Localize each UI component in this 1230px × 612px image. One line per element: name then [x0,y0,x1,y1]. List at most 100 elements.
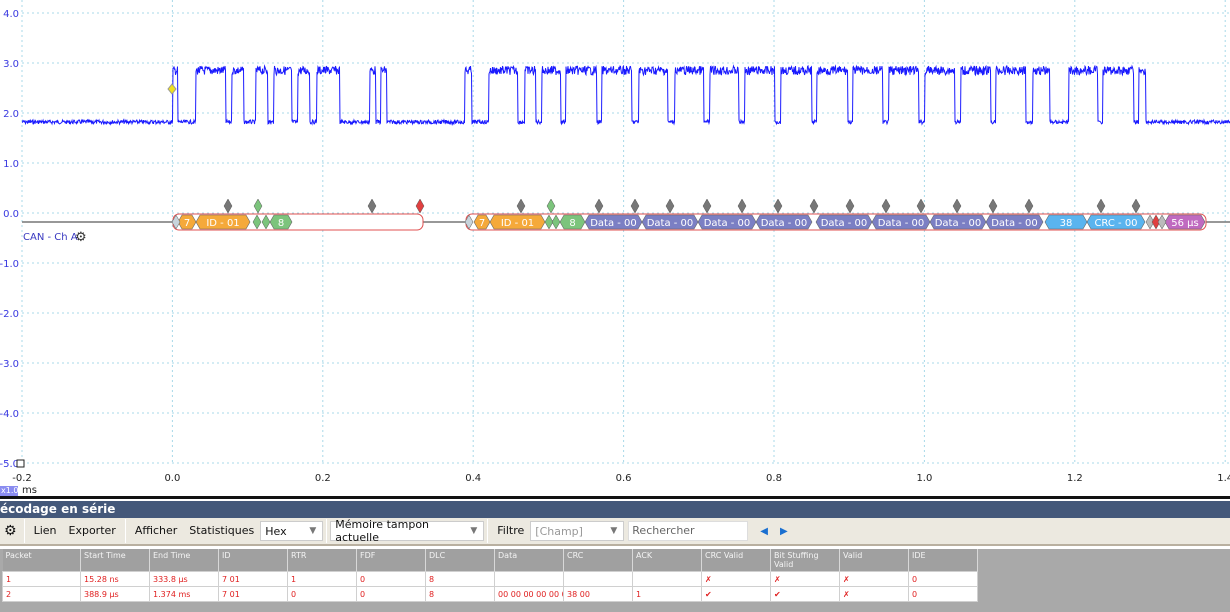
column-header[interactable]: Bit Stuffing Valid [770,549,840,572]
event-marker[interactable] [809,198,819,214]
table-cell [494,571,564,587]
display-button[interactable]: Afficher [129,520,183,542]
previous-arrow-icon[interactable]: ◀ [760,526,768,537]
event-marker[interactable] [594,198,604,214]
statistics-button[interactable]: Statistiques [183,520,260,542]
event-marker[interactable] [1024,198,1034,214]
table-row[interactable]: 1 15.28 ns 333.8 µs 7 01 1 0 8 ✗ ✗ ✗ 0 [2,571,978,587]
event-marker[interactable] [737,198,747,214]
next-arrow-icon[interactable]: ▶ [780,526,788,537]
table-cell: 333.8 µs [149,571,219,587]
event-marker[interactable] [988,198,998,214]
event-marker[interactable] [845,198,855,214]
divider [23,519,25,543]
table-cell: 0 [356,571,426,587]
y-tick-label: 2.0 [3,109,19,120]
table-cell [632,571,702,587]
event-marker[interactable] [630,198,640,214]
y-tick-label: -3.0 [0,359,19,370]
gear-icon[interactable]: ⚙ [75,230,87,245]
decoded-field-label: Data - 00 [821,218,868,229]
column-header[interactable]: ID [218,549,288,572]
column-header[interactable]: RTR [287,549,357,572]
table-cell: 8 [425,571,495,587]
decoded-field-label: ID - 01 [501,218,534,229]
event-marker[interactable] [415,198,425,214]
decoded-field-label: Data - 00 [878,218,925,229]
event-marker[interactable] [223,198,233,214]
decoded-field-label: ID - 01 [206,218,239,229]
column-header[interactable]: CRC [563,549,633,572]
link-button[interactable]: Lien [28,520,63,542]
table-cell: 0 [287,586,357,602]
decoded-field-label: Data - 00 [935,218,982,229]
event-marker[interactable] [952,198,962,214]
table-cell: ✔ [770,586,840,602]
event-marker[interactable] [546,198,556,214]
export-button[interactable]: Exporter [63,520,122,542]
table-cell: 7 01 [218,586,288,602]
event-marker[interactable] [367,198,377,214]
decoded-field-label: Data - 00 [761,218,808,229]
decoded-field-label: CRC - 00 [1094,218,1137,229]
channel-label[interactable]: CAN - Ch A [23,232,78,243]
y-tick-label: -5.0 [0,459,19,470]
column-header[interactable]: Packet [2,549,81,572]
event-marker[interactable] [916,198,926,214]
event-marker[interactable] [253,198,263,214]
event-marker[interactable] [1131,198,1141,214]
column-header[interactable]: IDE [908,549,978,572]
table-cell: ✔ [701,586,771,602]
x-tick-label: 0.2 [315,473,331,484]
gear-icon[interactable]: ⚙ [0,520,21,542]
column-header[interactable]: Data [494,549,564,572]
table-cell: 0 [908,571,978,587]
column-header[interactable]: Valid [839,549,909,572]
table-cell: 1 [287,571,357,587]
trigger-marker[interactable] [167,83,177,95]
decoded-field-label: Data - 00 [991,218,1038,229]
oscilloscope-plot[interactable]: 4.0 3.0 2.0 1.0 0.0 -1.0 -2.0 -3.0 -4.0 -5.0 -0.2 0… [0,0,1230,498]
divider [487,519,489,543]
y-tick-label: 3.0 [3,59,19,70]
format-select[interactable]: Hex ▼ [260,521,324,541]
y-tick-label: -2.0 [0,309,19,320]
zoom-tag[interactable]: x1.0 [0,486,18,496]
event-marker[interactable] [1096,198,1106,214]
search-input[interactable]: Rechercher [628,521,749,541]
x-tick-label: 0.4 [465,473,481,484]
format-value: Hex [265,524,287,538]
table-cell: 0 [356,586,426,602]
event-marker[interactable] [881,198,891,214]
decoded-field-label: Data - 00 [704,218,751,229]
column-header[interactable]: End Time [149,549,219,572]
event-marker[interactable] [702,198,712,214]
column-header[interactable]: Start Time [80,549,150,572]
table-row[interactable]: 2388.9 µs1.374 ms7 0100800 00 00 00 00 0… [2,586,978,602]
y-tick-label: 1.0 [3,159,19,170]
column-header[interactable]: DLC [425,549,495,572]
filter-button[interactable]: Filtre [491,520,530,542]
decoded-field-label: Data - 00 [647,218,694,229]
event-marker[interactable] [773,198,783,214]
y-tick-label: 0.0 [3,209,19,220]
buffer-select[interactable]: Mémoire tampon actuelle ▼ [330,518,485,544]
column-header[interactable]: CRC Valid [701,549,771,572]
origin-marker[interactable] [16,459,25,468]
table-cell: 1 [2,571,81,587]
decoded-field-label: Data - 00 [590,218,637,229]
event-marker[interactable] [665,198,675,214]
signal-trace [21,64,1230,126]
event-marker[interactable] [516,198,526,214]
x-tick-label: 0.8 [766,473,782,484]
table-cell: 38 00 [563,586,633,602]
decoded-field-label: 38 [1060,218,1073,229]
panel-title: écodage en série [0,501,1230,518]
column-header[interactable]: ACK [632,549,702,572]
splitter[interactable] [0,496,1230,499]
field-select[interactable]: [Champ] ▼ [530,521,625,541]
x-tick-label: -0.2 [12,473,32,484]
column-header[interactable]: FDF [356,549,426,572]
x-tick-label: 1.4 [1217,473,1230,484]
field-placeholder: [Champ] [535,524,583,538]
